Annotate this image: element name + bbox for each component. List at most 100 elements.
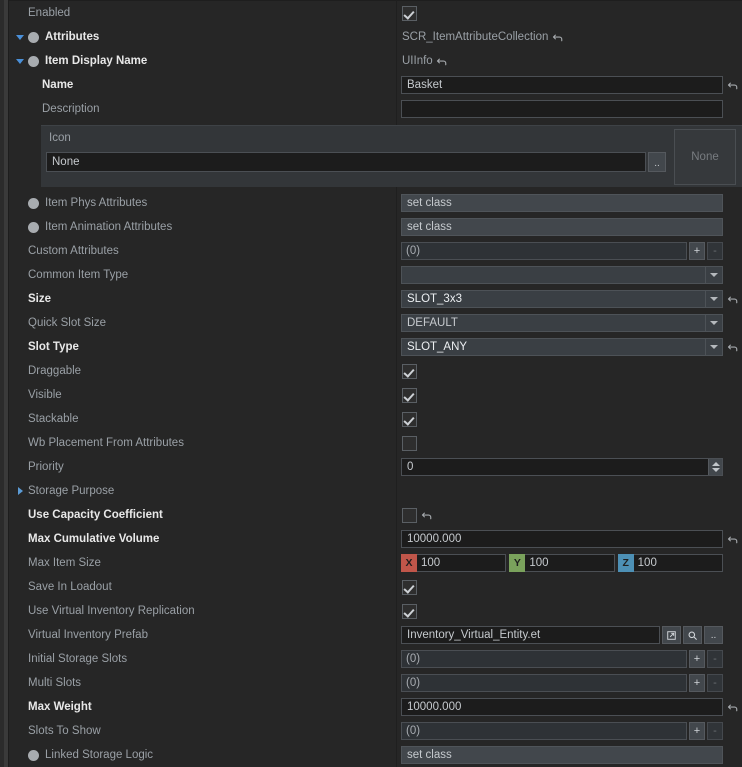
icon-value-field[interactable]: None bbox=[46, 152, 646, 172]
array-remove-button-slots-to-show[interactable]: - bbox=[707, 722, 723, 740]
property-label-cell: Stackable bbox=[0, 407, 396, 431]
revert-icon-item-display-name[interactable] bbox=[436, 55, 449, 67]
property-value-cell: (0) + - bbox=[396, 719, 742, 743]
browse-button[interactable]: .. bbox=[704, 626, 723, 644]
array-field-slots-to-show[interactable]: (0) bbox=[401, 722, 687, 740]
icon-browse-button[interactable]: .. bbox=[648, 152, 666, 172]
set-class-button-linked-storage-logic[interactable]: set class bbox=[401, 746, 723, 764]
chevron-placeholder bbox=[16, 271, 25, 280]
vector-input-x[interactable]: 100 bbox=[417, 554, 507, 572]
vector-input-z[interactable]: 100 bbox=[633, 554, 723, 572]
dropdown-quick-slot-size[interactable]: DEFAULT bbox=[401, 314, 723, 332]
text-field-description[interactable] bbox=[401, 100, 723, 118]
array-add-button-custom-attributes[interactable]: + bbox=[689, 242, 705, 260]
revert-icon-name[interactable] bbox=[726, 79, 739, 91]
checkbox-visible[interactable] bbox=[402, 387, 417, 403]
open-external-icon[interactable] bbox=[662, 626, 681, 644]
checkbox-save-in-loadout[interactable] bbox=[402, 579, 417, 595]
vector3-max-item-size: X 100 Y 100 Z 100 bbox=[401, 554, 723, 572]
property-label-cell: Multi Slots bbox=[0, 671, 396, 695]
prefab-field-virtual-inventory-prefab[interactable]: Inventory_Virtual_Entity.et bbox=[401, 626, 660, 644]
text-field-max-cumulative-volume[interactable]: 10000.000 bbox=[401, 530, 723, 548]
property-value-cell: DEFAULT bbox=[396, 311, 742, 335]
chevron-placeholder bbox=[16, 343, 25, 352]
node-bullet-icon bbox=[28, 55, 39, 67]
property-label: Wb Placement From Attributes bbox=[28, 437, 184, 449]
property-row: Max Item Size X 100 Y 100 Z 100 bbox=[0, 551, 742, 575]
checkbox-wb-placement-from-attributes[interactable] bbox=[402, 435, 417, 451]
dropdown-arrow-icon[interactable] bbox=[705, 267, 722, 283]
array-remove-button-multi-slots[interactable]: - bbox=[707, 674, 723, 692]
property-row: Draggable bbox=[0, 359, 742, 383]
checkbox-use-virtual-inventory-replication[interactable] bbox=[402, 603, 417, 619]
chevron-down-icon[interactable] bbox=[16, 57, 25, 66]
spinner-priority[interactable]: 0 bbox=[401, 458, 723, 476]
property-value-cell: UIInfo bbox=[396, 49, 742, 73]
spinner-up-icon[interactable] bbox=[711, 462, 720, 466]
array-add-button-initial-storage-slots[interactable]: + bbox=[689, 650, 705, 668]
dropdown-value-quick-slot-size: DEFAULT bbox=[407, 317, 458, 329]
node-bullet-icon bbox=[28, 221, 39, 233]
array-field-multi-slots[interactable]: (0) bbox=[401, 674, 687, 692]
property-value-cell bbox=[396, 599, 742, 623]
checkbox-draggable[interactable] bbox=[402, 363, 417, 379]
array-add-button-multi-slots[interactable]: + bbox=[689, 674, 705, 692]
array-field-custom-attributes[interactable]: (0) bbox=[401, 242, 687, 260]
revert-icon-use-capacity-coefficient[interactable] bbox=[420, 509, 433, 521]
text-field-name[interactable]: Basket bbox=[401, 76, 723, 94]
array-remove-button-custom-attributes[interactable]: - bbox=[707, 242, 723, 260]
property-label-cell: Size bbox=[0, 287, 396, 311]
array-remove-button-initial-storage-slots[interactable]: - bbox=[707, 650, 723, 668]
revert-icon-max-weight[interactable] bbox=[726, 701, 739, 713]
value-text-attributes: SCR_ItemAttributeCollection bbox=[402, 31, 549, 43]
spinner-buttons[interactable] bbox=[708, 459, 722, 475]
dropdown-slot-type[interactable]: SLOT_ANY bbox=[401, 338, 723, 356]
set-class-button-item-phys-attributes[interactable]: set class bbox=[401, 194, 723, 212]
property-label-cell: Enabled bbox=[0, 1, 396, 25]
property-label-cell: Save In Loadout bbox=[0, 575, 396, 599]
dropdown-arrow-icon[interactable] bbox=[705, 315, 722, 331]
revert-icon-size[interactable] bbox=[726, 293, 739, 305]
dropdown-value-slot-type: SLOT_ANY bbox=[407, 341, 468, 353]
dropdown-arrow-icon[interactable] bbox=[705, 291, 722, 307]
property-label-cell: Attributes bbox=[0, 25, 396, 49]
property-row: Priority 0 bbox=[0, 455, 742, 479]
dropdown-arrow-icon[interactable] bbox=[705, 339, 722, 355]
property-label: Max Cumulative Volume bbox=[28, 533, 160, 545]
checkbox-use-capacity-coefficient[interactable] bbox=[402, 507, 417, 523]
property-row: Item Animation Attributes set class bbox=[0, 215, 742, 239]
dropdown-common-item-type[interactable] bbox=[401, 266, 723, 284]
vector-component-y: Y 100 bbox=[509, 554, 615, 572]
property-label-cell: Storage Purpose bbox=[0, 479, 396, 503]
dropdown-size[interactable]: SLOT_3x3 bbox=[401, 290, 723, 308]
checkbox-stackable[interactable] bbox=[402, 411, 417, 427]
property-row: Max Cumulative Volume 10000.000 bbox=[0, 527, 742, 551]
revert-icon-slot-type[interactable] bbox=[726, 341, 739, 353]
property-label-cell: Virtual Inventory Prefab bbox=[0, 623, 396, 647]
chevron-down-icon[interactable] bbox=[16, 33, 25, 42]
revert-icon-attributes[interactable] bbox=[551, 31, 564, 43]
property-label: Max Weight bbox=[28, 701, 92, 713]
property-value-cell bbox=[396, 479, 742, 503]
property-label: Enabled bbox=[28, 7, 71, 19]
spinner-down-icon[interactable] bbox=[711, 468, 720, 472]
array-field-initial-storage-slots[interactable]: (0) bbox=[401, 650, 687, 668]
checkbox-enabled[interactable] bbox=[402, 5, 417, 21]
search-icon[interactable] bbox=[683, 626, 702, 644]
property-label-cell: Use Virtual Inventory Replication bbox=[0, 599, 396, 623]
property-row: Quick Slot Size DEFAULT bbox=[0, 311, 742, 335]
set-class-button-item-animation-attributes[interactable]: set class bbox=[401, 218, 723, 236]
vector-axis-label-y: Y bbox=[509, 554, 526, 572]
chevron-placeholder bbox=[16, 703, 25, 712]
array-add-button-slots-to-show[interactable]: + bbox=[689, 722, 705, 740]
icon-thumbnail-preview[interactable]: None bbox=[674, 129, 736, 185]
chevron-right-icon[interactable] bbox=[16, 486, 25, 496]
text-field-max-weight[interactable]: 10000.000 bbox=[401, 698, 723, 716]
vector-input-y[interactable]: 100 bbox=[525, 554, 615, 572]
property-label-cell: Item Animation Attributes bbox=[0, 215, 396, 239]
property-label-cell: Slots To Show bbox=[0, 719, 396, 743]
property-row: Storage Purpose bbox=[0, 479, 742, 503]
property-label-cell: Common Item Type bbox=[0, 263, 396, 287]
revert-icon-max-cumulative-volume[interactable] bbox=[726, 533, 739, 545]
property-label-cell: Max Weight bbox=[0, 695, 396, 719]
